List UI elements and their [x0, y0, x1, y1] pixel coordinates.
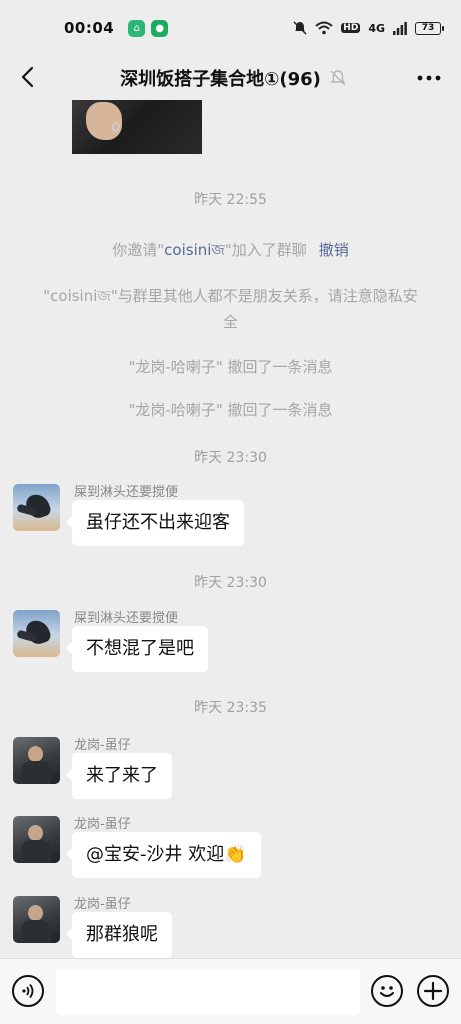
invited-user-name[interactable]: coisiniজ	[164, 241, 225, 259]
status-indicators: HD 4G 73	[293, 21, 444, 35]
revoke-invite-link[interactable]: 撤销	[319, 241, 349, 259]
avatar[interactable]	[13, 896, 60, 943]
avatar[interactable]	[13, 737, 60, 784]
hand-shape	[86, 102, 122, 140]
battery-icon: 73	[415, 21, 444, 35]
chat-app-icon: ●	[151, 19, 169, 37]
invite-notice: 你邀请"coisiniজ"加入了群聊 撤销	[0, 237, 461, 263]
home-app-icon: ⌂	[128, 19, 146, 37]
sender-name: 龙岗-虽仔	[74, 817, 131, 832]
avatar[interactable]	[13, 484, 60, 531]
message-bubble[interactable]: @宝安-沙井 欢迎👏	[66, 832, 261, 878]
timestamp: 昨天 23:30	[194, 450, 267, 466]
recall-notice: "龙岗-哈喇子" 撤回了一条消息	[128, 358, 333, 376]
chat-title: 深圳饭搭子集合地①(96)	[120, 69, 321, 90]
input-bar	[0, 958, 461, 1024]
recall-notice: "龙岗-哈喇子" 撤回了一条消息	[128, 401, 333, 419]
chat-area[interactable]: 昨天 22:55 你邀请"coisiniজ"加入了群聊 撤销 "coisiniজ"…	[0, 100, 461, 958]
back-button[interactable]	[12, 62, 42, 92]
status-bar: 00:04 ⌂ ● HD 4G 73	[0, 0, 461, 56]
more-functions-button[interactable]	[417, 975, 449, 1007]
smiley-icon	[380, 986, 394, 997]
privacy-notice: "coisiniজ"与群里其他人都不是朋友关系，请注意隐私安全	[43, 287, 418, 331]
wifi-icon	[315, 21, 333, 35]
hd-badge: HD	[341, 23, 361, 33]
more-options-button[interactable]	[415, 64, 443, 92]
signal-icon	[393, 21, 407, 35]
message-bubble[interactable]: 虽仔还不出来迎客	[66, 500, 244, 546]
invite-suffix: "加入了群聊	[224, 241, 307, 259]
timestamp: 昨天 23:35	[194, 700, 267, 716]
status-app-icons: ⌂ ●	[128, 19, 169, 37]
avatar[interactable]	[13, 610, 60, 657]
bell-muted-icon	[293, 21, 307, 35]
muted-bell-icon	[329, 69, 347, 87]
chat-title-wrap: 深圳饭搭子集合地①(96)	[0, 65, 461, 91]
invite-prefix: 你邀请"	[112, 241, 165, 259]
message-bubble[interactable]: 不想混了是吧	[66, 626, 208, 672]
message-bubble[interactable]: 来了来了	[66, 753, 172, 799]
timestamp: 昨天 22:55	[194, 192, 267, 208]
sender-name: 屎到淋头还要搅便	[74, 485, 179, 500]
ring-shape	[112, 122, 120, 132]
image-message-thumbnail[interactable]	[72, 100, 202, 154]
timestamp: 昨天 23:30	[194, 575, 267, 591]
plus-icon	[423, 981, 443, 1001]
network-type: 4G	[368, 21, 385, 35]
battery-level: 73	[421, 23, 435, 33]
avatar[interactable]	[13, 816, 60, 863]
status-time: 00:04	[64, 19, 115, 37]
message-input[interactable]	[56, 969, 360, 1015]
sender-name: 龙岗-虽仔	[74, 897, 131, 912]
more-dots-icon	[417, 75, 441, 81]
message-bubble[interactable]: 那群狼呢	[66, 912, 172, 958]
chat-header: 深圳饭搭子集合地①(96)	[0, 56, 461, 100]
emoji-button[interactable]	[371, 975, 403, 1007]
voice-icon	[22, 983, 34, 999]
sender-name: 龙岗-虽仔	[74, 738, 131, 753]
chevron-left-icon	[21, 66, 34, 88]
voice-input-button[interactable]	[12, 975, 44, 1007]
sender-name: 屎到淋头还要搅便	[74, 611, 179, 626]
